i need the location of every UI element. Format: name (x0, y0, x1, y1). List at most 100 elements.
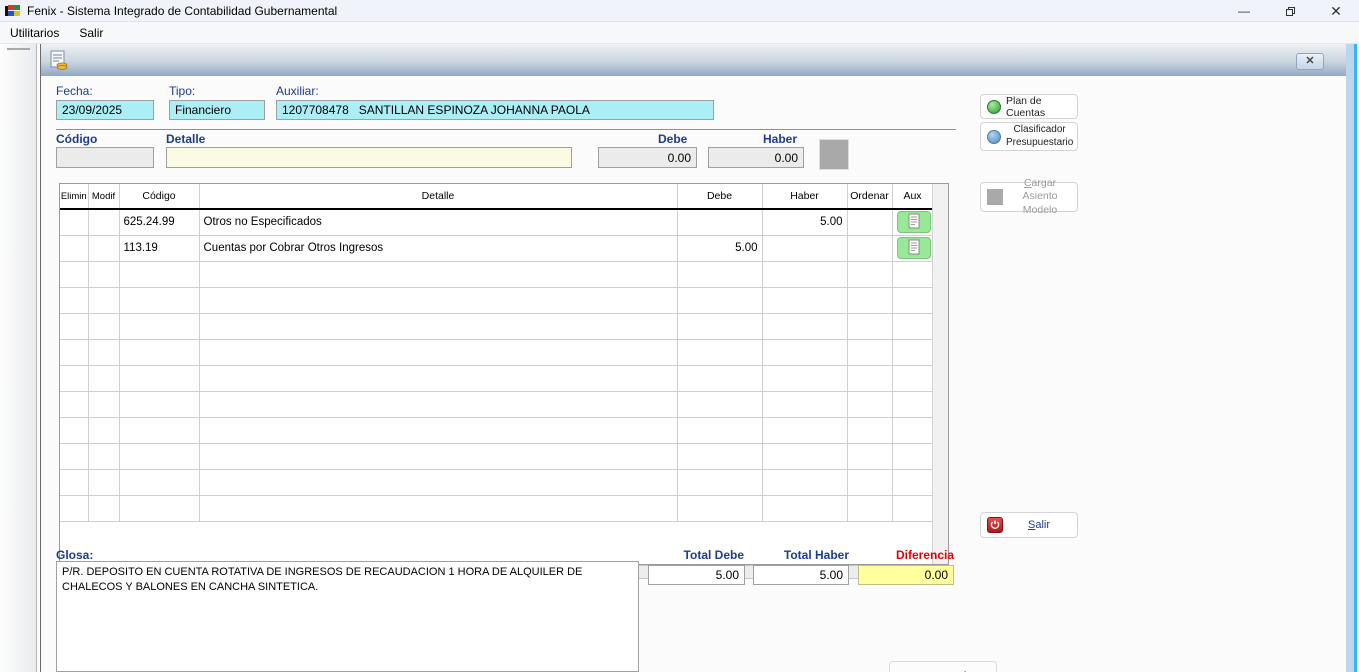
cell-ordenar (847, 365, 892, 391)
empty-row[interactable] (60, 365, 933, 391)
clasificador-label-line2: Presupuestario (1006, 137, 1073, 148)
auxiliar-field[interactable]: 1207708478 SANTILLAN ESPINOZA JOHANNA PA… (276, 100, 714, 120)
menu-salir[interactable]: Salir (69, 23, 113, 43)
entry-action-button[interactable] (819, 139, 849, 170)
cell-ordenar (847, 339, 892, 365)
column-header-modif: Modif (88, 184, 119, 209)
cell-debe (677, 469, 762, 495)
glosa-textarea[interactable]: P/R. DEPOSITO EN CUENTA ROTATIVA DE INGR… (56, 561, 639, 672)
cargar-label-line2: Modelo (1023, 204, 1057, 216)
cell-debe (677, 365, 762, 391)
cell-aux (892, 287, 933, 313)
left-collapsed-panel[interactable] (0, 44, 37, 672)
restore-button[interactable] (1267, 0, 1313, 22)
cell-aux (892, 417, 933, 443)
cell-codigo: 113.19 (119, 235, 199, 261)
close-button[interactable]: ✕ (1313, 0, 1359, 22)
salir-label: Salir (1007, 519, 1071, 531)
aprobar-asiento-button[interactable]: ✓ Aprobar Asiento (889, 661, 997, 672)
window-title: Fenix - Sistema Integrado de Contabilida… (27, 4, 337, 18)
empty-row[interactable] (60, 339, 933, 365)
salir-button[interactable]: Salir (980, 512, 1078, 538)
menu-utilitarios[interactable]: Utilitarios (0, 23, 69, 43)
cell-codigo (119, 287, 199, 313)
column-header-ordenar: Ordenar (847, 184, 892, 209)
cell-elimin (60, 391, 88, 417)
cell-detalle: Otros no Especificados (199, 209, 677, 235)
cell-aux (892, 469, 933, 495)
haber-input[interactable]: 0.00 (708, 147, 804, 168)
cell-modif (88, 261, 119, 287)
cell-modif (88, 339, 119, 365)
plan-de-cuentas-button[interactable]: Plan de Cuentas (980, 94, 1078, 119)
cell-codigo (119, 443, 199, 469)
total-haber-field: 5.00 (753, 565, 849, 585)
cell-haber (762, 365, 847, 391)
cell-debe (677, 313, 762, 339)
empty-row[interactable] (60, 469, 933, 495)
entry-row[interactable]: 113.19Cuentas por Cobrar Otros Ingresos5… (60, 235, 933, 261)
cell-aux (892, 209, 933, 235)
empty-row[interactable] (60, 261, 933, 287)
column-header-aux: Aux (892, 184, 933, 209)
empty-row[interactable] (60, 287, 933, 313)
detalle-label: Detalle (166, 132, 205, 146)
cell-modif (88, 365, 119, 391)
header-row: EliminModifCódigoDetalleDebeHaberOrdenar… (60, 184, 933, 209)
aux-button[interactable] (897, 237, 931, 259)
entry-row[interactable]: 625.24.99Otros no Especificados5.00 (60, 209, 933, 235)
cargar-asiento-modelo-button[interactable]: Cargar Asiento Modelo (980, 182, 1078, 212)
minimize-button[interactable]: — (1221, 0, 1267, 22)
cell-codigo (119, 339, 199, 365)
column-header-haber: Haber (762, 184, 847, 209)
aux-button[interactable] (897, 211, 931, 233)
cell-debe: 5.00 (677, 235, 762, 261)
cell-haber (762, 443, 847, 469)
child-close-button[interactable]: ✕ (1296, 53, 1324, 70)
cell-detalle: Cuentas por Cobrar Otros Ingresos (199, 235, 677, 261)
empty-row[interactable] (60, 417, 933, 443)
codigo-input[interactable] (56, 147, 154, 168)
cargar-label-line1: Cargar Asiento (1022, 177, 1057, 202)
cell-modif (88, 313, 119, 339)
column-header-detalle: Detalle (199, 184, 677, 209)
cell-elimin (60, 209, 88, 235)
cell-aux (892, 313, 933, 339)
cell-detalle (199, 261, 677, 287)
cell-ordenar (847, 287, 892, 313)
grid-vertical-scrollbar[interactable] (932, 184, 948, 564)
ledger-document-icon (49, 50, 69, 71)
debe-label: Debe (658, 132, 687, 146)
cell-debe (677, 495, 762, 521)
cell-haber (762, 391, 847, 417)
asiento-form: ✕ Fecha: 23/09/2025 Tipo: Financiero Aux… (40, 44, 1346, 672)
cell-modif (88, 287, 119, 313)
cell-codigo (119, 469, 199, 495)
total-debe-field: 5.00 (648, 565, 745, 585)
cell-ordenar (847, 443, 892, 469)
cell-ordenar (847, 495, 892, 521)
entries-grid-body: 625.24.99Otros no Especificados5.00113.1… (60, 209, 933, 521)
detalle-input[interactable] (166, 147, 572, 168)
cell-elimin (60, 313, 88, 339)
cell-ordenar (847, 417, 892, 443)
debe-input[interactable]: 0.00 (598, 147, 697, 168)
cell-elimin (60, 287, 88, 313)
empty-row[interactable] (60, 495, 933, 521)
empty-row[interactable] (60, 313, 933, 339)
cell-codigo: 625.24.99 (119, 209, 199, 235)
cell-codigo (119, 261, 199, 287)
empty-row[interactable] (60, 443, 933, 469)
menubar: Utilitarios Salir (0, 22, 1359, 44)
fecha-field[interactable]: 23/09/2025 (56, 100, 154, 120)
cell-aux (892, 261, 933, 287)
tipo-field[interactable]: Financiero (169, 100, 265, 120)
cell-codigo (119, 365, 199, 391)
cell-ordenar (847, 391, 892, 417)
empty-row[interactable] (60, 391, 933, 417)
green-sphere-icon (987, 100, 1001, 114)
cell-modif (88, 495, 119, 521)
clasificador-presupuestario-button[interactable]: Clasificador Presupuestario (980, 122, 1078, 151)
cell-detalle (199, 339, 677, 365)
cell-detalle (199, 495, 677, 521)
